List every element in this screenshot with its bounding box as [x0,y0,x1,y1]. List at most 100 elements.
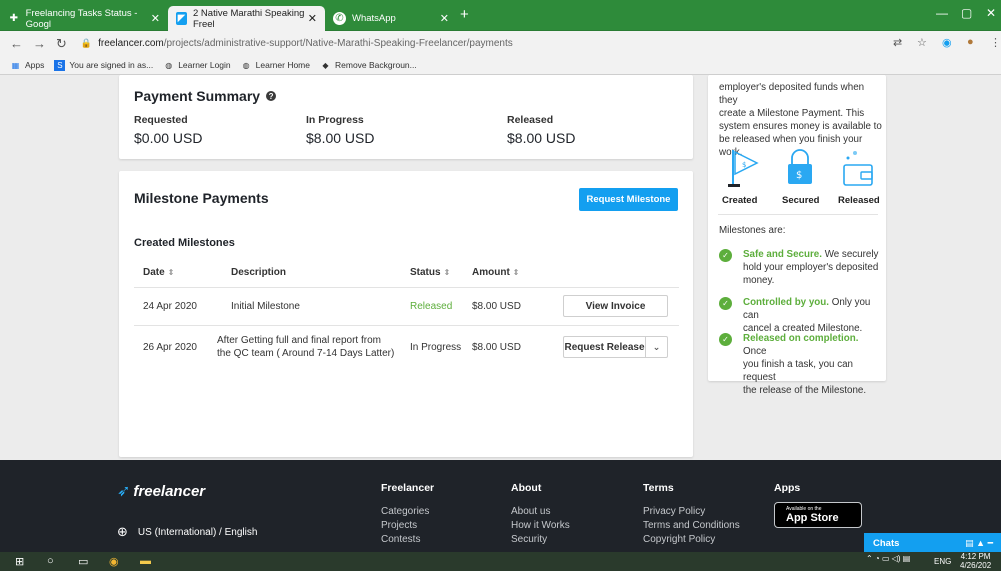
footer-link[interactable]: Security [511,534,570,545]
globe-icon: ◍ [165,60,173,70]
footer-link[interactable]: Privacy Policy [643,506,740,517]
url-field[interactable]: 🔒 freelancer.com /projects/administrativ… [81,38,513,49]
sort-icon: ⇕ [443,268,451,277]
clock-time: 4:12 PM [960,552,991,561]
request-release-button[interactable]: Request Release ⌄ [563,336,668,358]
folder-icon[interactable]: ▬ [140,555,151,567]
milestone-amount: $8.00 USD [472,342,521,353]
bookmark-label: Learner Login [178,60,231,70]
forward-icon[interactable]: → [33,36,46,51]
milestone-date: 24 Apr 2020 [143,301,197,312]
close-icon[interactable]: ✕ [440,12,449,25]
row-divider [134,287,679,288]
profile-avatar[interactable]: ● [967,36,974,48]
extension-icon[interactable]: ◉ [942,36,952,49]
bookmark-learner-login[interactable]: ◍ Learner Login [163,60,230,71]
feature-safe-secure: ✓ Safe and Secure. We securely hold your… [719,248,884,287]
maximize-icon[interactable]: ▢ [961,6,972,20]
browser-tab-freelancer[interactable]: ◤ 2 Native Marathi Speaking Freel ✕ [168,6,325,31]
input-language[interactable]: ENG [934,557,951,566]
lock-icon: $ [788,149,812,184]
column-header-status[interactable]: Status ⇕ [410,267,450,278]
intro-line: employer's deposited funds when they [719,82,865,106]
close-icon[interactable]: ✕ [151,12,160,25]
system-tray-icons[interactable]: ⌃ ◔ ▭ ◁) ▤ [866,554,910,563]
chats-label: Chats [873,537,900,549]
sort-icon: ⇕ [167,268,175,277]
chevron-down-icon[interactable]: ⌄ [645,337,667,357]
column-header-amount[interactable]: Amount ⇕ [472,267,519,278]
address-bar: ← → ↻ 🔒 freelancer.com /projects/adminis… [0,31,1001,56]
summary-value: $0.00 USD [134,130,203,146]
stage-released: Released [838,195,880,206]
view-invoice-button[interactable]: View Invoice [563,295,668,317]
milestone-amount: $8.00 USD [472,301,521,312]
plus-icon: ✚ [9,13,19,24]
freelancer-logo[interactable]: ➶ freelancer [117,481,205,501]
app-store-big: App Store [786,512,839,524]
freelancer-icon: ◤ [176,12,187,25]
help-icon[interactable]: ? [266,91,277,101]
new-tab-icon[interactable]: + [460,6,469,23]
footer-link[interactable]: Copyright Policy [643,534,740,545]
payment-summary-card: Payment Summary ? Requested $0.00 USD In… [119,75,693,159]
reload-icon[interactable]: ↻ [56,36,67,52]
feature-text: Safe and Secure. We securely hold your e… [743,248,878,287]
bookmark-star-icon[interactable]: ☆ [917,36,927,49]
browser-tab-tasks[interactable]: ✚ Freelancing Tasks Status - Googl ✕ [0,6,168,31]
bookmark-signed-in[interactable]: S You are signed in as... [54,59,153,71]
chat-icons[interactable]: ▤ ▲ ━ [965,538,993,549]
milestone-description: After Getting full and final report from… [217,334,394,360]
feature-line: We securely [821,249,879,260]
clock[interactable]: 4:12 PM 4/26/202 [960,552,991,570]
back-icon[interactable]: ← [10,36,23,51]
task-view-icon[interactable]: ▭ [78,555,88,568]
language-selector[interactable]: ⊕ US (International) / English [117,524,257,540]
footer-heading: Terms [643,482,674,494]
url-host: freelancer.com [98,38,164,49]
summary-requested: Requested $0.00 USD [134,114,202,146]
check-circle-icon: ✓ [719,297,732,310]
footer-link[interactable]: Terms and Conditions [643,520,740,531]
windows-taskbar: ⊞ ○ ▭ ◉ ▬ ⌃ ◔ ▭ ◁) ▤ ENG 4:12 PM 4/26/20… [0,552,1001,571]
language-label: US (International) / English [137,526,258,538]
feature-line: Once [743,346,767,357]
flag-icon: $ [728,150,759,187]
minimize-icon[interactable]: — [936,6,948,20]
summary-value: $8.00 USD [507,130,576,146]
footer-link[interactable]: Categories [381,506,434,517]
bookmark-apps[interactable]: ▦ Apps [10,60,45,71]
translate-icon[interactable]: ⇄ [893,36,902,49]
milestone-status: In Progress [410,342,462,353]
close-icon[interactable]: ✕ [308,12,317,25]
column-header-date[interactable]: Date ⇕ [143,267,174,278]
intro-line: system ensures money is available to [719,121,882,132]
milestone-payments-title: Milestone Payments [134,190,269,206]
bookmark-remove-background[interactable]: ◆ Remove Backgroun... [320,60,416,71]
milestone-info-panel: employer's deposited funds when they cre… [708,75,886,396]
created-milestones-title: Created Milestones [134,237,235,249]
footer-link[interactable]: Contests [381,534,434,545]
windows-start-icon[interactable]: ⊞ [15,555,24,568]
tab-title: Freelancing Tasks Status - Googl [25,7,138,30]
app-store-badge[interactable]: Available on the App Store [774,502,862,528]
payment-summary-title: Payment Summary ? [134,88,277,104]
feature-line: money. [743,275,775,286]
browser-tab-whatsapp[interactable]: ✆ WhatsApp ✕ [325,6,457,31]
close-window-icon[interactable]: ✕ [986,6,996,20]
request-milestone-button[interactable]: Request Milestone [579,188,678,211]
footer-link[interactable]: About us [511,506,570,517]
footer-link[interactable]: Projects [381,520,434,531]
diamond-icon: ◆ [322,60,329,70]
bookmarks-bar: ▦ Apps S You are signed in as... ◍ Learn… [0,56,1001,75]
row-divider [134,325,679,326]
browser-tab-strip: ✚ Freelancing Tasks Status - Googl ✕ ◤ 2… [0,0,1001,31]
bookmark-learner-home[interactable]: ◍ Learner Home [241,60,310,71]
footer-link[interactable]: How it Works [511,520,570,531]
chats-bar[interactable]: Chats ▤ ▲ ━ [864,533,1001,553]
menu-icon[interactable]: ⋮ [990,36,1001,49]
feature-released: ✓ Released on completion. Once you finis… [719,332,884,397]
chrome-icon[interactable]: ◉ [109,555,119,568]
sort-icon: ⇕ [512,268,520,277]
search-icon[interactable]: ○ [47,555,54,567]
